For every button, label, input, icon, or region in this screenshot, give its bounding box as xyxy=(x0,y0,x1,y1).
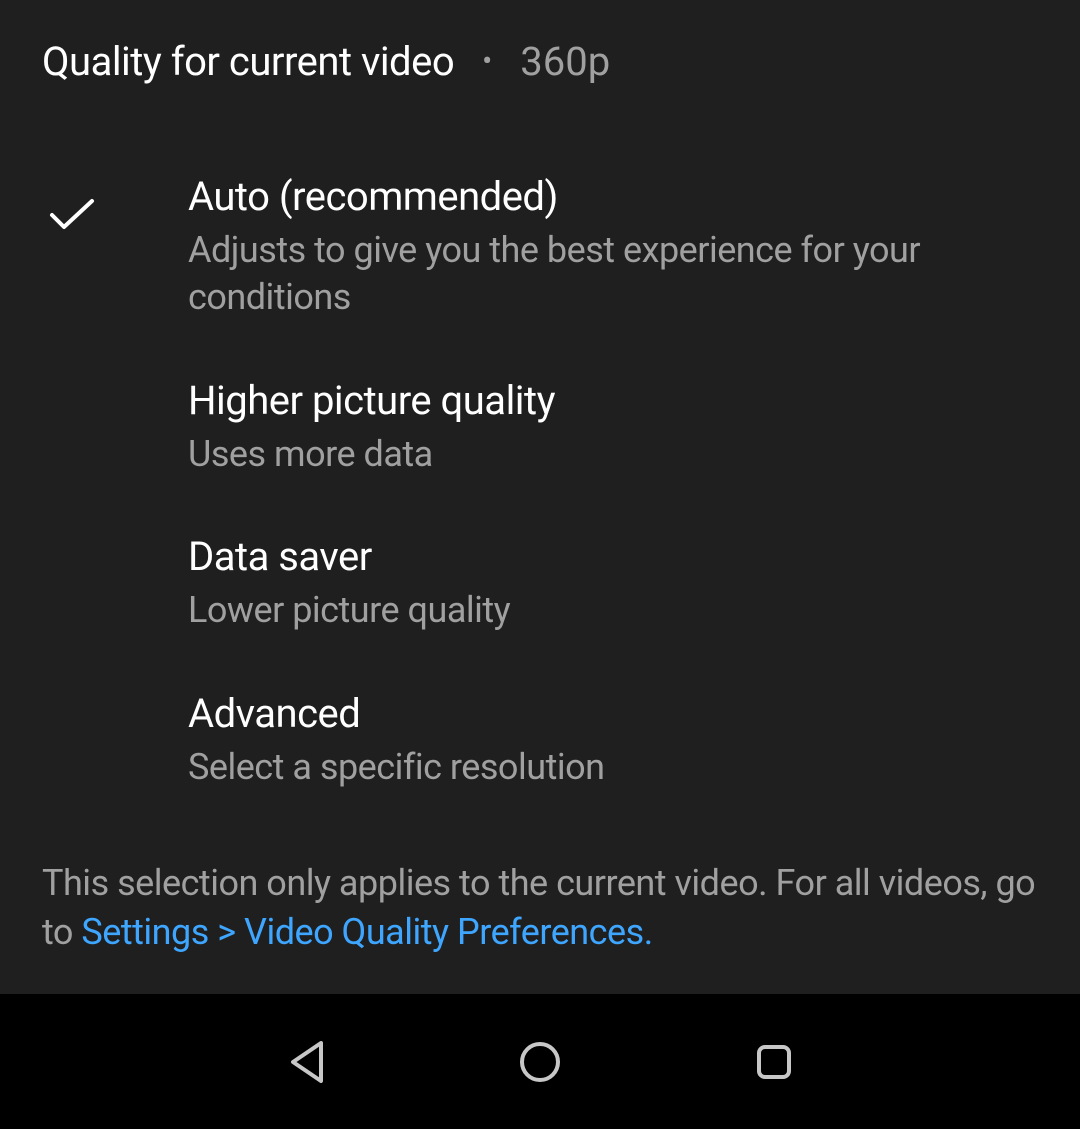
quality-options-list: Auto (recommended) Adjusts to give you t… xyxy=(0,115,1080,819)
option-auto[interactable]: Auto (recommended) Adjusts to give you t… xyxy=(0,145,1080,349)
option-text: Auto (recommended) Adjusts to give you t… xyxy=(188,173,1038,321)
settings-link[interactable]: Settings > Video Quality Preferences. xyxy=(81,911,652,953)
check-column xyxy=(42,173,188,233)
android-navbar xyxy=(0,994,1080,1129)
check-column xyxy=(42,533,188,557)
option-desc: Lower picture quality xyxy=(188,587,1038,634)
bullet-separator: • xyxy=(482,44,492,79)
option-title: Advanced xyxy=(188,690,1038,738)
option-title: Data saver xyxy=(188,533,1038,581)
quality-sheet: Quality for current video • 360p Auto (r… xyxy=(0,0,1080,994)
check-column xyxy=(42,377,188,401)
option-text: Advanced Select a specific resolution xyxy=(188,690,1038,791)
option-title: Higher picture quality xyxy=(188,377,1038,425)
recents-button[interactable] xyxy=(746,1034,802,1090)
back-button[interactable] xyxy=(278,1034,334,1090)
option-advanced[interactable]: Advanced Select a specific resolution xyxy=(0,662,1080,819)
check-icon xyxy=(48,197,96,233)
back-icon xyxy=(287,1041,325,1083)
option-desc: Select a specific resolution xyxy=(188,744,1038,791)
option-text: Data saver Lower picture quality xyxy=(188,533,1038,634)
option-desc: Adjusts to give you the best experience … xyxy=(188,227,1038,321)
home-icon xyxy=(518,1040,562,1084)
check-column xyxy=(42,690,188,714)
current-quality-value: 360p xyxy=(520,38,610,85)
footer-text: This selection only applies to the curre… xyxy=(42,859,1038,956)
home-button[interactable] xyxy=(512,1034,568,1090)
option-text: Higher picture quality Uses more data xyxy=(188,377,1038,478)
recents-icon xyxy=(755,1043,793,1081)
footer: This selection only applies to the curre… xyxy=(0,819,1080,1000)
option-data-saver[interactable]: Data saver Lower picture quality xyxy=(0,505,1080,662)
option-desc: Uses more data xyxy=(188,431,1038,478)
option-title: Auto (recommended) xyxy=(188,173,1038,221)
option-higher-quality[interactable]: Higher picture quality Uses more data xyxy=(0,349,1080,506)
sheet-header: Quality for current video • 360p xyxy=(0,0,1080,115)
header-title: Quality for current video xyxy=(42,38,454,85)
